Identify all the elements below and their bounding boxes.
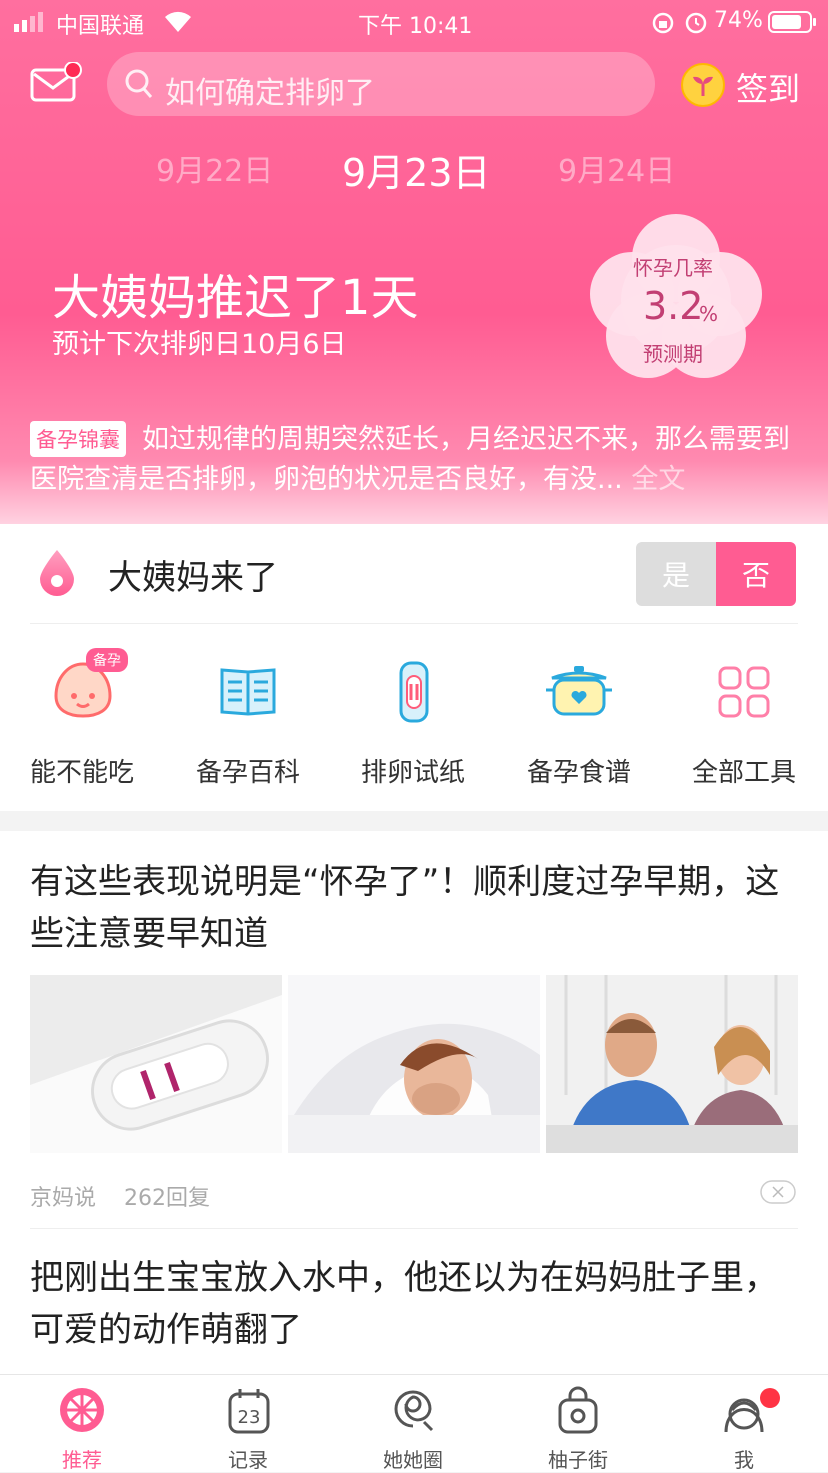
checkin-sprout-icon[interactable] bbox=[680, 62, 726, 112]
grapefruit-icon[interactable] bbox=[58, 1386, 106, 1438]
cycle-phase-label: 预测期 bbox=[643, 342, 703, 366]
next-ovulation-text: 预计下次排卵日10月6日 bbox=[52, 329, 347, 360]
dismiss-icon[interactable] bbox=[760, 1180, 796, 1208]
tool-badge: 备孕 bbox=[86, 648, 128, 672]
alarm-icon bbox=[684, 10, 708, 38]
tool-label-all-tools[interactable]: 全部工具 bbox=[674, 752, 814, 789]
tool-label-ovulation-test[interactable]: 排卵试纸 bbox=[343, 752, 483, 789]
profile-icon[interactable] bbox=[722, 1386, 782, 1442]
period-toggle[interactable]: 是 否 bbox=[636, 542, 796, 606]
date-current[interactable]: 9月23日 bbox=[342, 142, 491, 197]
tip-badge: 备孕锦囊 bbox=[30, 421, 126, 457]
pregnancy-test-image[interactable] bbox=[30, 975, 282, 1153]
drop-icon bbox=[38, 548, 76, 600]
pregnancy-chance-label: 怀孕几率 bbox=[633, 256, 713, 280]
calendar-23-icon[interactable]: 23 bbox=[228, 1386, 270, 1438]
battery-icon bbox=[768, 11, 818, 37]
tip-paragraph[interactable]: 如过规律的周期突然延长，月经迟迟不来，那么需要到医院查清是否排卵，卵泡的状况是否… bbox=[30, 420, 800, 500]
clock-label: 下午 10:41 bbox=[358, 14, 473, 39]
period-no-button[interactable]: 否 bbox=[716, 542, 796, 606]
tab-shop[interactable]: 柚子街 bbox=[528, 1444, 628, 1473]
tab-record[interactable]: 记录 bbox=[198, 1444, 298, 1473]
feed-item-replies: 262回复 bbox=[124, 1186, 210, 1211]
grid-icon[interactable] bbox=[718, 666, 770, 722]
rotation-lock-icon bbox=[652, 12, 674, 38]
feed-item-title[interactable]: 把刚出生宝宝放入水中，他还以为在妈妈肚子里，可爱的动作萌翻了 bbox=[30, 1252, 800, 1356]
wifi-icon bbox=[162, 8, 194, 38]
nausea-woman-image[interactable] bbox=[288, 975, 540, 1153]
tab-me[interactable]: 我 bbox=[694, 1444, 794, 1473]
shopping-bag-icon[interactable] bbox=[558, 1386, 598, 1438]
pregnancy-chance-unit: % bbox=[699, 302, 719, 326]
book-icon[interactable] bbox=[218, 664, 278, 722]
checkin-label[interactable]: 签到 bbox=[736, 64, 800, 110]
period-status-title: 大姨妈推迟了1天 bbox=[52, 270, 419, 326]
feed-item-source[interactable]: 京妈说 bbox=[30, 1180, 96, 1212]
tab-recommend[interactable]: 推荐 bbox=[32, 1444, 132, 1473]
period-yes-button[interactable]: 是 bbox=[636, 542, 716, 606]
divider bbox=[30, 623, 798, 624]
header-banner: 中国联通 下午 10:41 74% 如何确定排卵了 签到 9月22日 9月23日… bbox=[0, 0, 828, 524]
carrier-label: 中国联通 bbox=[56, 14, 145, 39]
date-prev[interactable]: 9月22日 bbox=[156, 146, 273, 190]
couple-image[interactable] bbox=[546, 975, 798, 1153]
svg-text:23: 23 bbox=[238, 1407, 261, 1428]
test-strip-icon[interactable] bbox=[398, 660, 430, 728]
search-placeholder[interactable]: 如何确定排卵了 bbox=[165, 68, 375, 112]
divider bbox=[30, 1228, 798, 1229]
tip-more-link[interactable]: 全文 bbox=[631, 464, 685, 495]
search-icon bbox=[124, 68, 154, 104]
tab-community[interactable]: 她她圈 bbox=[363, 1444, 463, 1473]
signal-icon bbox=[14, 12, 50, 36]
message-icon[interactable] bbox=[30, 61, 84, 108]
tool-label-recipes[interactable]: 备孕食谱 bbox=[509, 752, 649, 789]
pot-icon[interactable] bbox=[544, 664, 614, 724]
tool-label-encyclopedia[interactable]: 备孕百科 bbox=[178, 752, 318, 789]
tool-label-food[interactable]: 能不能吃 bbox=[12, 752, 152, 789]
pregnancy-chance-value: 3.2 bbox=[643, 284, 704, 328]
spiral-icon[interactable] bbox=[390, 1386, 436, 1438]
period-question-label: 大姨妈来了 bbox=[108, 558, 278, 598]
battery-percent: 74% bbox=[714, 8, 763, 33]
feed-item-title[interactable]: 有这些表现说明是“怀孕了”！顺利度过孕早期，这些注意要早知道 bbox=[30, 856, 800, 960]
date-next[interactable]: 9月24日 bbox=[558, 146, 675, 190]
